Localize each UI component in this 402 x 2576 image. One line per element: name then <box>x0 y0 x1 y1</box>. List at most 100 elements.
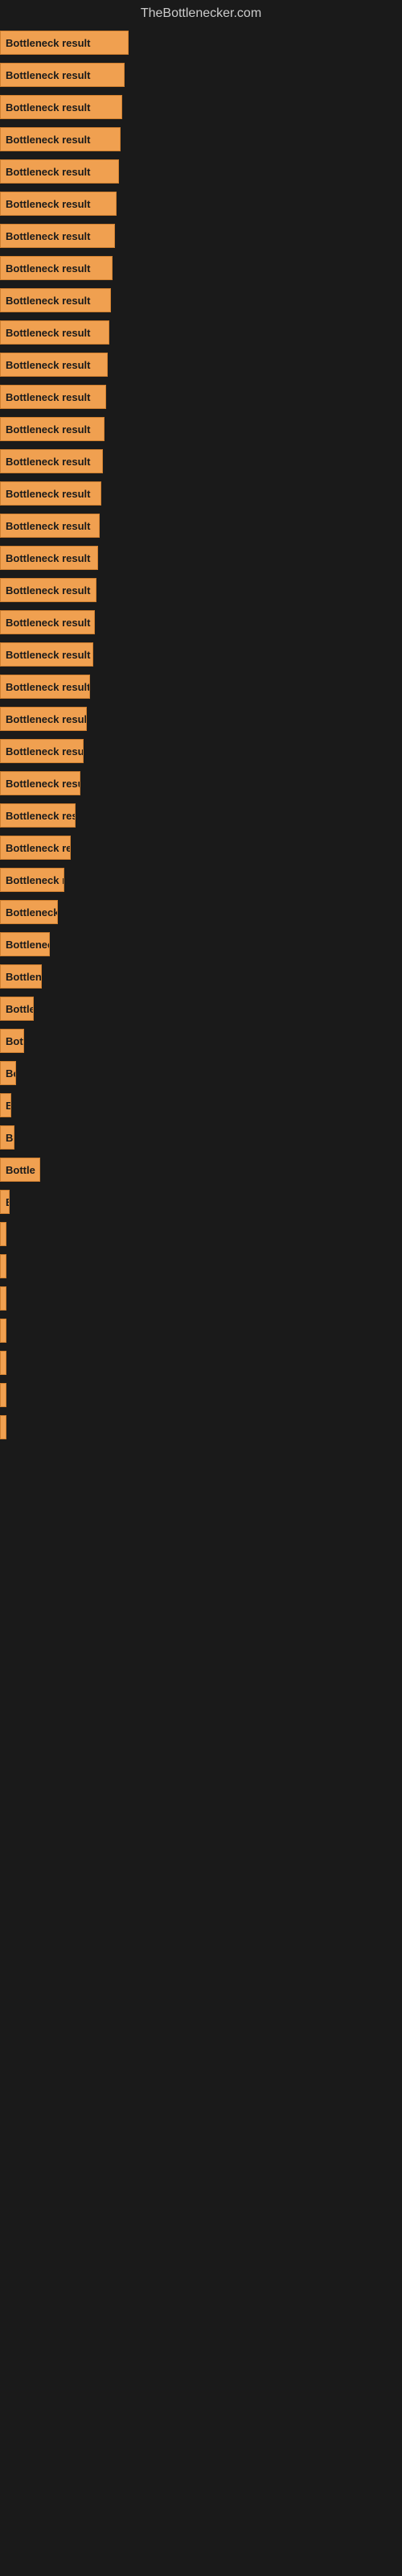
bar-row: Bottleneck result <box>0 92 402 122</box>
bar-row: Bottleneck result <box>0 124 402 155</box>
bar-label: Bottleneck result <box>6 810 76 822</box>
result-bar: Bottleneck result <box>0 353 108 377</box>
bar-label: Bottleneck result <box>6 101 90 114</box>
result-bar <box>0 1351 6 1375</box>
result-bar: Bottle <box>0 1158 40 1182</box>
result-bar: Bottleneck result <box>0 95 122 119</box>
bar-label: Bottle <box>6 1164 35 1176</box>
bar-label: Bottleneck result <box>6 939 50 951</box>
bar-row: Bottleneck result <box>0 543 402 573</box>
bar-row <box>0 1251 402 1282</box>
bar-row: Bottleneck result <box>0 188 402 219</box>
result-bar: Bottleneck result <box>0 642 93 667</box>
bar-label: Bottleneck result <box>6 552 90 564</box>
result-bar: Bottleneck result <box>0 417 105 441</box>
result-bar <box>0 1415 6 1439</box>
result-bar <box>0 1222 6 1246</box>
bar-row: B <box>0 1187 402 1217</box>
site-title: TheBottlenecker.com <box>0 0 402 24</box>
result-bar: Bottleneck result <box>0 803 76 828</box>
bar-row: Bottleneck result <box>0 221 402 251</box>
result-bar: Bottleneck result <box>0 1029 24 1053</box>
bar-row: Bottleneck result <box>0 1026 402 1056</box>
bar-label: B <box>6 1196 10 1208</box>
bar-row: Bottleneck result <box>0 1058 402 1088</box>
bar-label: Bottleneck result <box>6 423 90 436</box>
bar-label: Bottleneck result <box>6 1035 24 1047</box>
bar-label: B <box>6 1100 11 1112</box>
result-bar: Bottleneck result <box>0 320 109 345</box>
bar-row <box>0 1412 402 1443</box>
bar-label: Bottleneck result <box>6 906 58 919</box>
bar-row <box>0 1348 402 1378</box>
bar-row: Bottleneck result <box>0 446 402 477</box>
bar-label: Bottleneck result <box>6 262 90 275</box>
bar-row: Bottleneck result <box>0 832 402 863</box>
bar-label: Bottleneck result <box>6 617 90 629</box>
bar-label: Bottleneck result <box>6 1003 34 1015</box>
bar-label: Bottleneck result <box>6 778 80 790</box>
result-bar: Bottleneck result <box>0 449 103 473</box>
bar-row: B <box>0 1090 402 1121</box>
bar-row: Bottleneck result <box>0 510 402 541</box>
bar-row: Bottleneck result <box>0 736 402 766</box>
result-bar: Bottleneck result <box>0 578 96 602</box>
site-title-container: TheBottlenecker.com <box>0 0 402 24</box>
bar-row: Bottleneck result <box>0 768 402 799</box>
bar-row: Bottleneck result <box>0 929 402 960</box>
result-bar: Bottleneck result <box>0 256 113 280</box>
bar-row: Bottleneck result <box>0 993 402 1024</box>
bar-label: Bo <box>6 1132 14 1144</box>
bar-row: Bottleneck result <box>0 60 402 90</box>
result-bar: Bottleneck result <box>0 31 129 55</box>
result-bar: Bottleneck result <box>0 481 101 506</box>
bar-label: Bottleneck result <box>6 842 71 854</box>
bar-label: Bottleneck result <box>6 37 90 49</box>
bar-label: Bottleneck result <box>6 198 90 210</box>
bar-label: Bottleneck result <box>6 391 90 403</box>
result-bar: Bottleneck result <box>0 964 42 989</box>
bar-row: Bottleneck result <box>0 575 402 605</box>
bar-label: Bottleneck result <box>6 327 90 339</box>
result-bar: Bottleneck result <box>0 771 80 795</box>
result-bar: Bottleneck result <box>0 63 125 87</box>
result-bar <box>0 1286 6 1311</box>
result-bar: Bo <box>0 1125 14 1150</box>
bar-row: Bottleneck result <box>0 382 402 412</box>
result-bar <box>0 1254 6 1278</box>
result-bar: B <box>0 1093 11 1117</box>
bar-label: Bottleneck result <box>6 681 90 693</box>
bars-container: Bottleneck result Bottleneck result Bottle… <box>0 24 402 1447</box>
bar-row: Bottleneck result <box>0 800 402 831</box>
bar-label: Bottleneck result <box>6 971 42 983</box>
bar-label: Bottleneck result <box>6 745 84 758</box>
bar-row: Bottleneck result <box>0 414 402 444</box>
bar-row: Bottleneck result <box>0 897 402 927</box>
bar-label: Bottleneck result <box>6 456 90 468</box>
bar-row: Bottle <box>0 1154 402 1185</box>
bar-row: Bottleneck result <box>0 27 402 58</box>
bar-row: Bottleneck result <box>0 478 402 509</box>
bar-label: Bottleneck result <box>6 520 90 532</box>
bar-label: Bottleneck result <box>6 230 90 242</box>
result-bar: Bottleneck result <box>0 546 98 570</box>
bar-row: Bottleneck result <box>0 285 402 316</box>
bar-row: Bottleneck result <box>0 607 402 638</box>
result-bar: Bottleneck result <box>0 159 119 184</box>
result-bar: Bottleneck result <box>0 868 64 892</box>
result-bar: Bottleneck result <box>0 739 84 763</box>
result-bar: Bottleneck result <box>0 514 100 538</box>
result-bar: Bottleneck result <box>0 288 111 312</box>
bar-label: Bottleneck result <box>6 713 87 725</box>
bar-label: Bottleneck result <box>6 359 90 371</box>
result-bar: Bottleneck result <box>0 385 106 409</box>
bar-row: Bottleneck result <box>0 639 402 670</box>
result-bar: B <box>0 1190 10 1214</box>
result-bar: Bottleneck result <box>0 610 95 634</box>
result-bar <box>0 1319 6 1343</box>
bar-row <box>0 1315 402 1346</box>
bar-row: Bottleneck result <box>0 865 402 895</box>
result-bar: Bottleneck result <box>0 224 115 248</box>
bar-label: Bottleneck result <box>6 874 64 886</box>
result-bar: Bottleneck result <box>0 127 121 151</box>
